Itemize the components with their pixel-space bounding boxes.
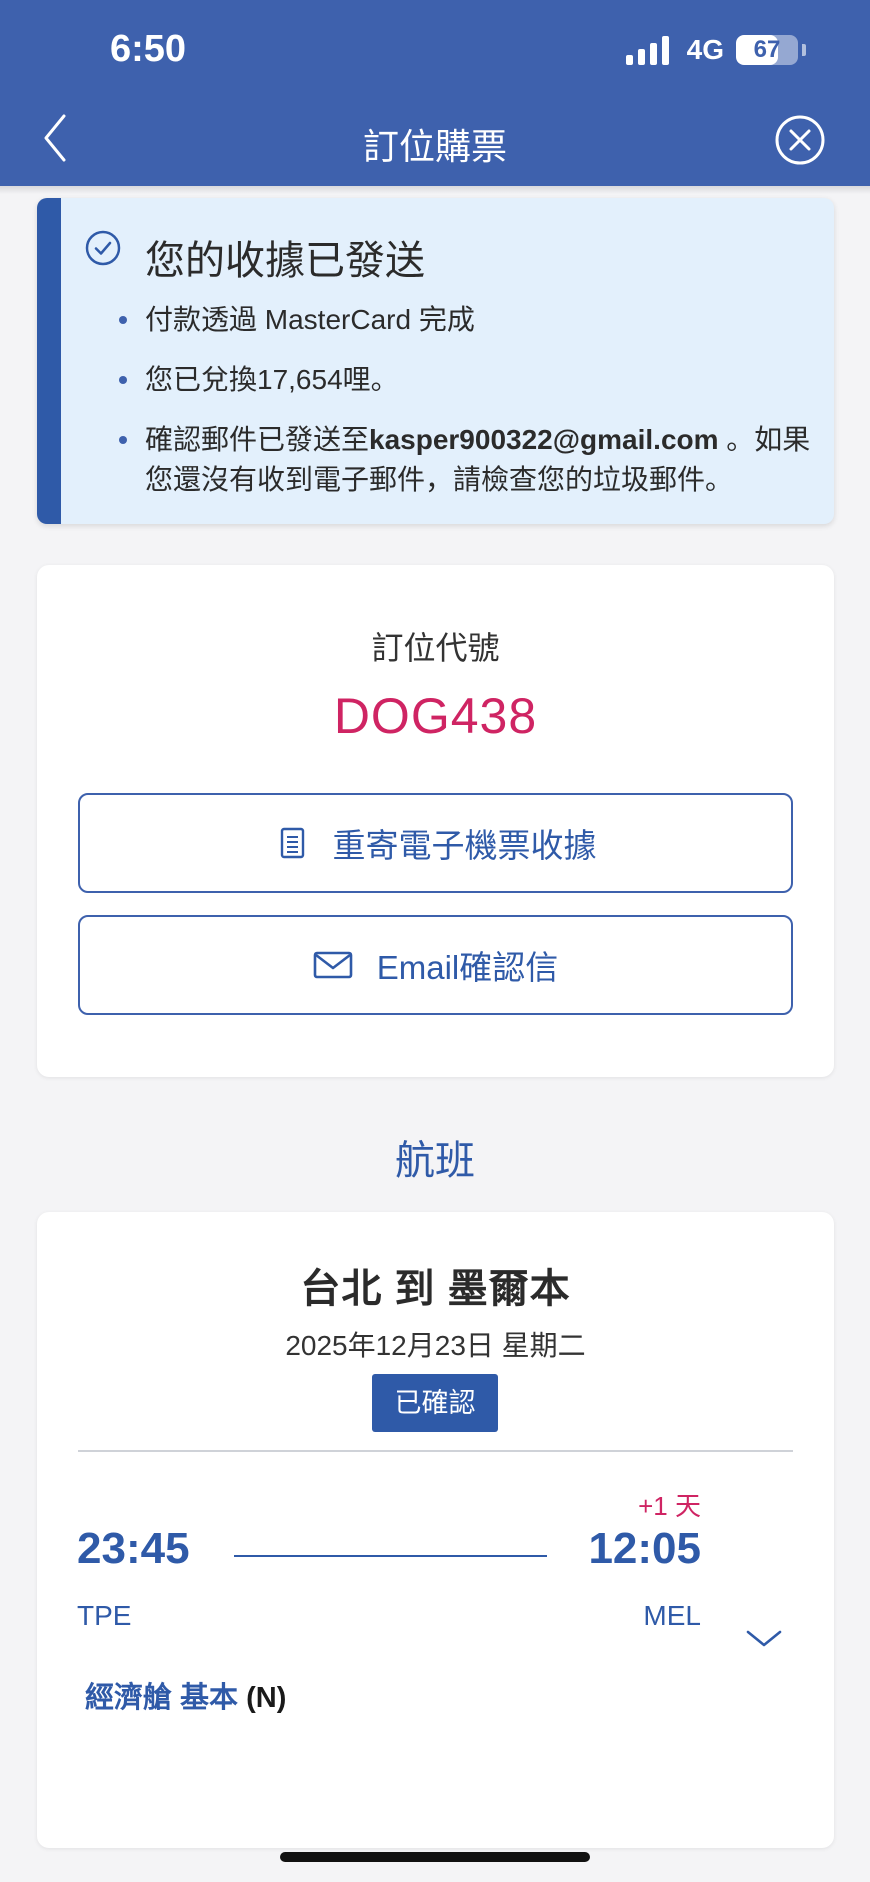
cabin-class: 經濟艙 基本 (N) [85, 1674, 286, 1716]
battery-level: 67 [753, 36, 781, 63]
resend-receipt-label: 重寄電子機票收據 [332, 827, 597, 864]
fare-class-code: (N) [246, 1682, 287, 1714]
status-badge: 已確認 [372, 1374, 498, 1432]
battery-tip [802, 44, 806, 56]
chevron-down-icon[interactable] [745, 1628, 783, 1650]
status-indicators: 4G 67 [625, 34, 806, 66]
email-sent-prefix: 確認郵件已發送至 [145, 424, 370, 455]
departure-time: 23:45 [77, 1524, 190, 1573]
network-type: 4G [686, 34, 724, 65]
arrival-airport: MEL [643, 1600, 701, 1631]
email-confirmation-label: Email確認信 [376, 949, 559, 986]
departure-airport: TPE [77, 1600, 132, 1631]
route-line [234, 1555, 547, 1557]
signal-icon [625, 35, 669, 65]
payment-text: 付款透過 MasterCard 完成 [145, 304, 475, 335]
cabin-name: 經濟艙 基本 [85, 1682, 239, 1714]
page-title: 訂位購票 [362, 126, 507, 167]
battery-icon: 67 [736, 35, 798, 65]
header-shadow [0, 186, 870, 194]
notice-list: 付款透過 MasterCard 完成 您已兌換17,654哩。 確認郵件已發送至… [119, 300, 825, 520]
notice-accent-bar [37, 198, 61, 524]
booking-code-label: 訂位代號 [371, 630, 500, 666]
notice-title: 您的收據已發送 [145, 239, 425, 283]
flight-card: 台北 到 墨爾本 2025年12月23日 星期二 已確認 +1 天 23:45 … [37, 1212, 834, 1848]
list-item: 您已兌換17,654哩。 [119, 360, 825, 400]
email-address: kasper900322@gmail.com [369, 424, 719, 455]
booking-code: DOG438 [333, 688, 538, 744]
document-icon [280, 827, 304, 859]
arrival-time: 12:05 [588, 1524, 701, 1573]
flight-route: 台北 到 墨爾本 [300, 1267, 571, 1311]
home-indicator [280, 1852, 590, 1862]
miles-text: 您已兌換17,654哩。 [145, 364, 399, 395]
top-bar: 6:50 4G 67 訂位購票 [0, 0, 870, 186]
flights-section-title: 航班 [395, 1139, 475, 1183]
plus-day-indicator: +1 天 [638, 1491, 701, 1521]
status-time: 6:50 [110, 28, 187, 70]
envelope-icon [313, 951, 353, 979]
receipt-sent-notice: 您的收據已發送 付款透過 MasterCard 完成 您已兌換17,654哩。 … [37, 198, 834, 524]
flight-date: 2025年12月23日 星期二 [285, 1330, 586, 1361]
email-confirmation-button[interactable]: Email確認信 [78, 915, 793, 1015]
close-circle-icon[interactable] [774, 114, 826, 166]
check-circle-icon [85, 230, 121, 266]
resend-receipt-button[interactable]: 重寄電子機票收據 [78, 793, 793, 893]
divider [78, 1450, 793, 1452]
list-item: 確認郵件已發送至kasper900322@gmail.com 。如果您還沒有收到… [119, 420, 825, 500]
list-item: 付款透過 MasterCard 完成 [119, 300, 825, 340]
booking-card: 訂位代號 DOG438 重寄電子機票收據 Email確認信 [37, 565, 834, 1077]
